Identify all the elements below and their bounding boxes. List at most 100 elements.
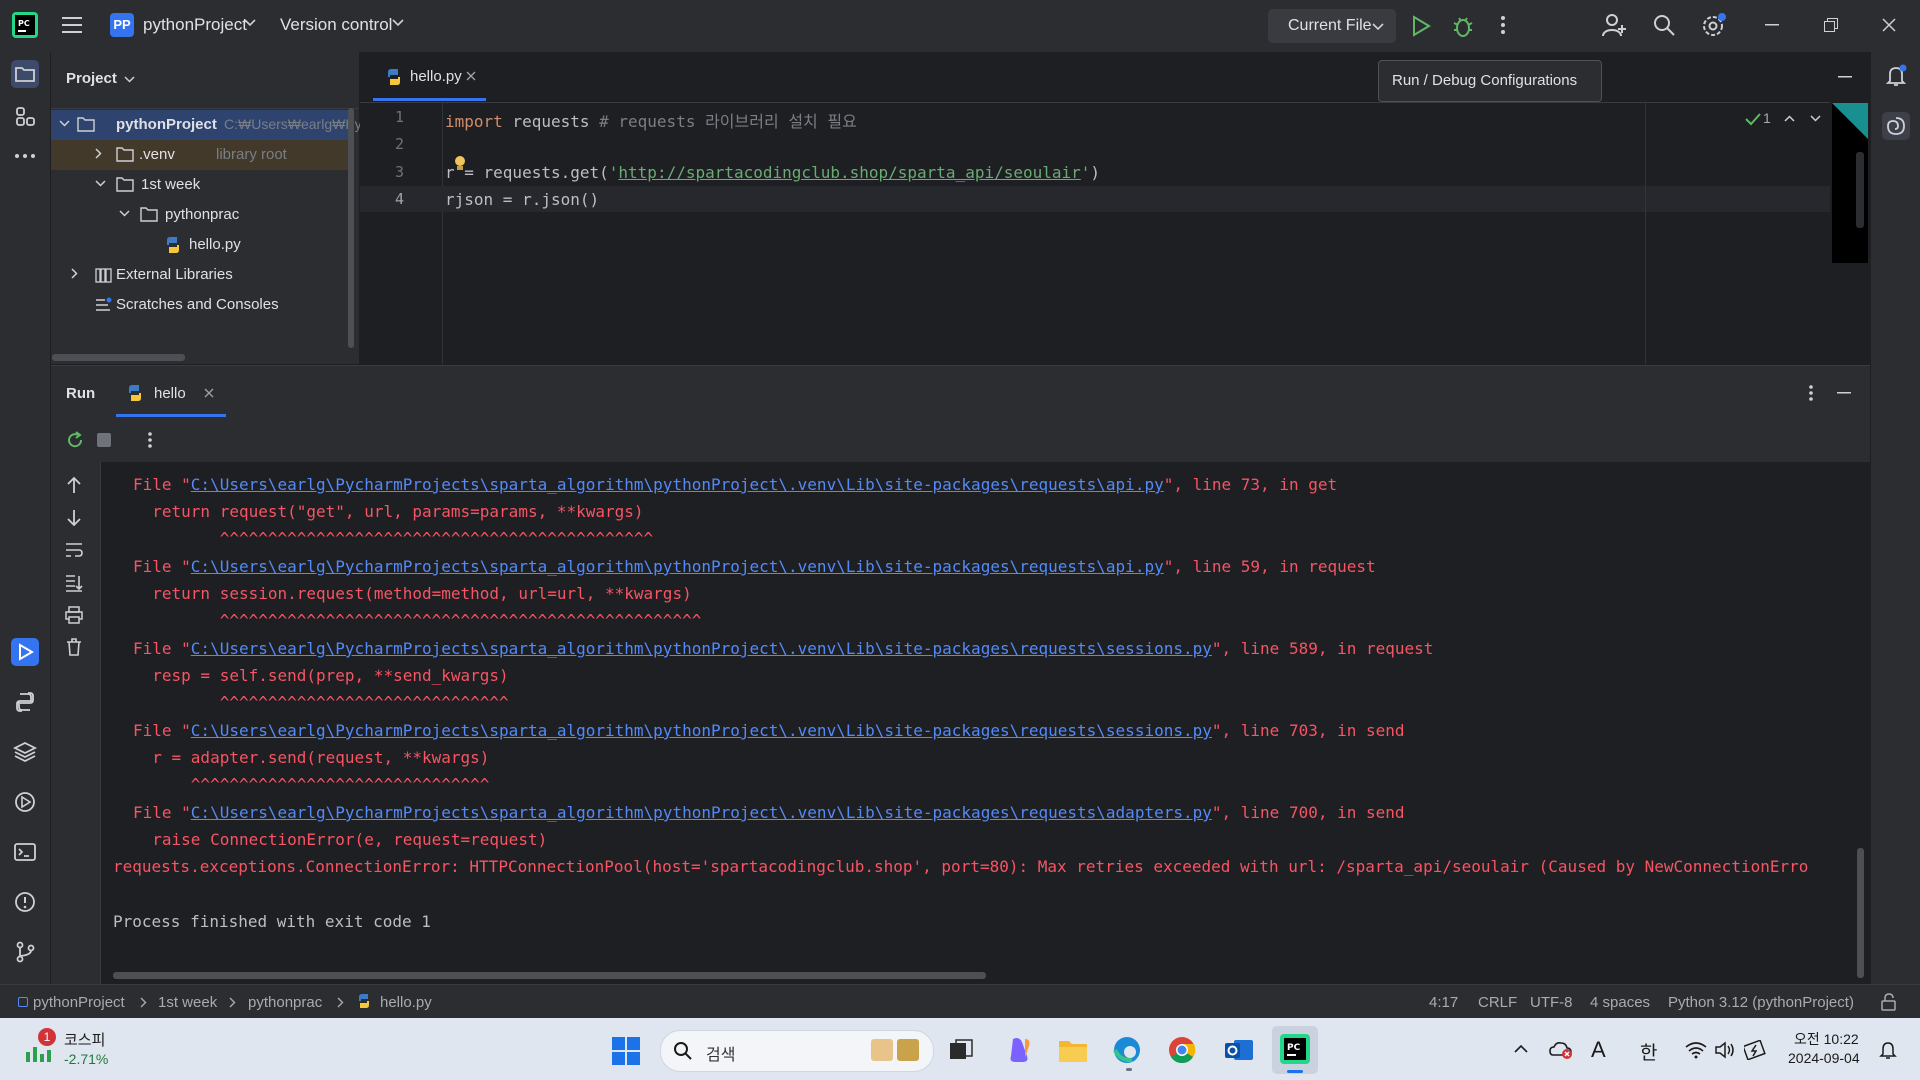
close-window-icon[interactable] [1882, 18, 1896, 32]
chevron-down-icon [124, 76, 135, 83]
copilot-icon[interactable] [1005, 1036, 1033, 1064]
file-encoding[interactable]: UTF-8 [1530, 994, 1573, 1011]
debug-icon[interactable] [1451, 13, 1475, 39]
print-icon[interactable] [65, 606, 83, 624]
console-file-link[interactable]: C:\Users\earlg\PycharmProjects\sparta_al… [191, 721, 1212, 740]
vertical-scrollbar[interactable] [348, 108, 354, 348]
tree-item-label: Scratches and Consoles [116, 296, 279, 313]
indent-setting[interactable]: 4 spaces [1590, 994, 1650, 1011]
more-options-icon[interactable] [147, 431, 153, 449]
structure-icon[interactable] [11, 102, 39, 130]
close-tab-icon[interactable] [466, 71, 476, 81]
console-file-link[interactable]: C:\Users\earlg\PycharmProjects\sparta_al… [191, 557, 1164, 576]
console-file-link[interactable]: C:\Users\earlg\PycharmProjects\sparta_al… [191, 803, 1212, 822]
line-number: 1 [394, 108, 404, 126]
project-panel-title[interactable]: Project [66, 70, 117, 87]
divider [51, 108, 359, 109]
rerun-icon[interactable] [65, 430, 85, 450]
taskbar-search-box[interactable]: 검색 [660, 1030, 934, 1072]
breadcrumb-1st-week[interactable]: 1st week [158, 994, 217, 1011]
edge-browser-icon[interactable] [1112, 1035, 1142, 1065]
hide-panel-icon[interactable] [1837, 392, 1851, 394]
chevron-down-icon[interactable] [1810, 115, 1821, 122]
tree-item-external-libraries[interactable]: External Libraries [51, 260, 351, 290]
python-interpreter[interactable]: Python 3.12 (pythonProject) [1668, 994, 1854, 1011]
layers-icon[interactable] [11, 738, 39, 766]
chevron-up-icon[interactable] [1784, 115, 1795, 122]
code-line-1[interactable]: import requests # requests 라이브러리 설치 필요 [445, 108, 857, 132]
windows-start-icon[interactable] [611, 1036, 641, 1066]
git-icon[interactable] [11, 938, 39, 966]
file-explorer-icon[interactable] [1058, 1036, 1088, 1064]
chrome-browser-icon[interactable] [1167, 1035, 1197, 1065]
more-actions-icon[interactable] [1500, 14, 1506, 36]
wifi-icon[interactable] [1685, 1041, 1707, 1059]
checkmark-icon[interactable] [1745, 112, 1761, 126]
clock-time[interactable]: 오전 10:22 [1794, 1029, 1859, 1049]
more-options-icon[interactable] [1808, 384, 1814, 402]
line-separator[interactable]: CRLF [1478, 994, 1517, 1011]
close-tab-icon[interactable] [204, 388, 214, 398]
volume-icon[interactable] [1714, 1041, 1736, 1059]
tab-hello-run[interactable]: hello [116, 366, 226, 418]
minimize-icon[interactable] [1765, 24, 1779, 26]
outlook-icon[interactable] [1224, 1035, 1254, 1065]
caret-position[interactable]: 4:17 [1429, 994, 1458, 1011]
run-icon[interactable] [1410, 14, 1432, 38]
console-file-link[interactable]: C:\Users\earlg\PycharmProjects\sparta_al… [191, 475, 1164, 494]
settings-gear-icon[interactable] [1700, 11, 1728, 39]
task-view-icon[interactable] [948, 1038, 974, 1064]
soft-wrap-icon[interactable] [65, 542, 83, 558]
stop-icon[interactable] [97, 433, 111, 447]
restore-icon[interactable] [1824, 18, 1838, 32]
run-configuration-selector[interactable]: Current File [1268, 9, 1396, 43]
tree-item-hello-py[interactable]: hello.py [51, 230, 351, 260]
lock-icon[interactable] [1881, 993, 1897, 1011]
project-name-dropdown[interactable]: pythonProject [143, 15, 247, 35]
python-packages-icon[interactable] [11, 688, 39, 716]
string-url-link[interactable]: http://spartacodingclub.shop/sparta_api/… [618, 163, 1080, 182]
code-with-me-icon[interactable] [1602, 12, 1628, 38]
notifications-bell-icon[interactable] [1882, 62, 1910, 90]
project-folder-icon[interactable] [11, 60, 39, 88]
console-horizontal-scrollbar[interactable] [113, 972, 986, 979]
left-tool-window-bar [0, 52, 51, 984]
version-control-dropdown[interactable]: Version control [280, 15, 392, 35]
chevron-up-icon[interactable] [1514, 1044, 1528, 1053]
ime-mode-han[interactable]: 한 [1640, 1038, 1657, 1065]
tab-hello-py[interactable]: hello.py [368, 52, 498, 102]
notifications-bell-icon[interactable] [1878, 1040, 1898, 1060]
trash-icon[interactable] [66, 638, 82, 656]
console-vertical-scrollbar[interactable] [1857, 848, 1864, 978]
breadcrumb-hello-py[interactable]: hello.py [380, 994, 432, 1011]
main-menu-icon[interactable] [62, 15, 84, 35]
search-icon[interactable] [1652, 13, 1676, 37]
code-line-4[interactable]: rjson = r.json() [445, 190, 599, 209]
tree-item-pythonprac[interactable]: pythonprac [51, 200, 351, 230]
problems-icon[interactable] [11, 888, 39, 916]
more-tools-icon[interactable] [11, 142, 39, 170]
editor-scrollbar[interactable] [1856, 152, 1864, 228]
battery-icon[interactable] [1744, 1040, 1766, 1060]
console-file-link[interactable]: C:\Users\earlg\PycharmProjects\sparta_al… [191, 639, 1212, 658]
services-icon[interactable] [11, 788, 39, 816]
code-line-3[interactable]: r = requests.get('http://spartacodingclu… [445, 163, 1100, 182]
onedrive-error-icon[interactable] [1549, 1040, 1573, 1060]
tree-item-scratches[interactable]: Scratches and Consoles [51, 290, 351, 320]
run-tool-icon[interactable] [11, 638, 39, 666]
tree-item-1st-week[interactable]: 1st week [51, 170, 351, 200]
breadcrumb-pythonprac[interactable]: pythonprac [248, 994, 322, 1011]
hide-icon[interactable] [1838, 76, 1852, 78]
tree-item-venv[interactable]: .venv library root [51, 140, 351, 170]
terminal-icon[interactable] [11, 838, 39, 866]
scroll-to-end-icon[interactable] [65, 574, 83, 592]
arrow-up-icon[interactable] [66, 476, 82, 494]
clock-date[interactable]: 2024-09-04 [1788, 1050, 1860, 1066]
horizontal-scrollbar[interactable] [52, 354, 185, 361]
ai-assistant-icon[interactable] [1882, 112, 1910, 140]
arrow-down-icon[interactable] [66, 509, 82, 527]
tree-item-pythonproject[interactable]: pythonProject C:₩Users₩earlg₩Pyc [51, 110, 369, 140]
ime-mode-a[interactable]: A [1591, 1037, 1606, 1063]
pycharm-taskbar-button[interactable]: PC [1272, 1026, 1318, 1074]
breadcrumb-project[interactable]: pythonProject [33, 994, 125, 1011]
